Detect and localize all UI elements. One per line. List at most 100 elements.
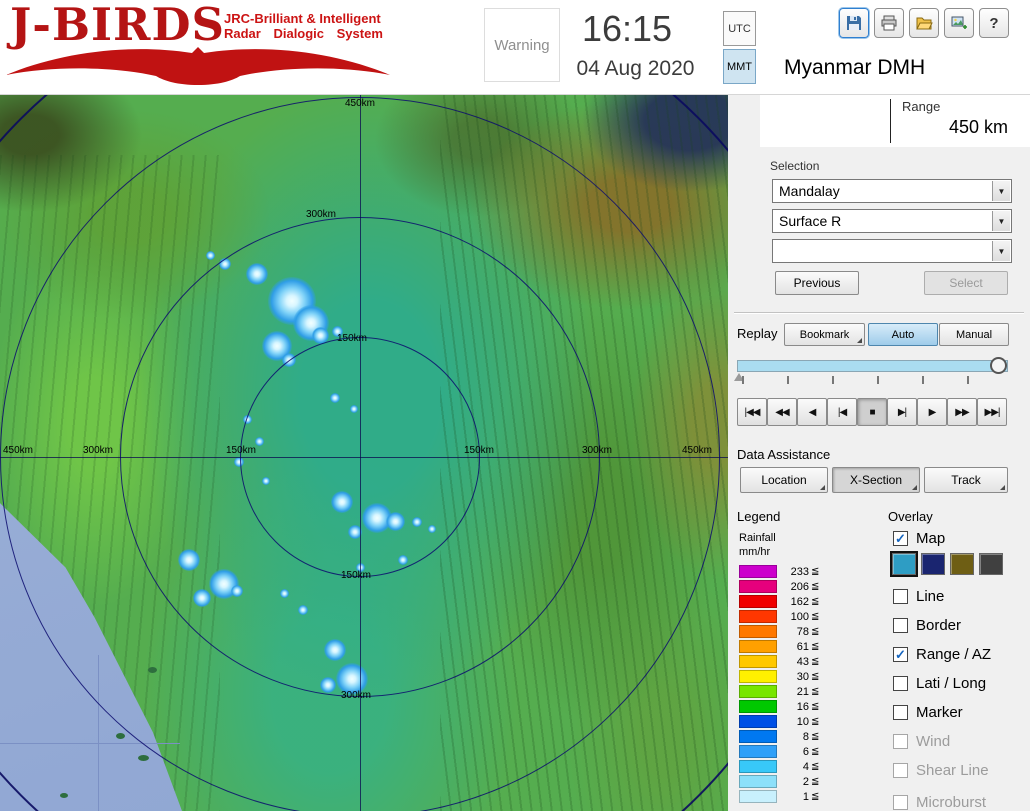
map-style-swatches <box>890 551 1003 577</box>
location-button[interactable]: Location <box>740 467 828 493</box>
legend-color <box>739 685 777 698</box>
legend-row: 233 ≦ <box>739 564 819 579</box>
wind-checkbox <box>893 733 908 749</box>
range-az-checkbox[interactable]: ✓ <box>893 646 908 662</box>
product-select[interactable]: Surface R ▼ <box>772 209 1012 233</box>
site-select[interactable]: Mandalay ▼ <box>772 179 1012 203</box>
extra-select[interactable]: ▼ <box>772 239 1012 263</box>
import-image-icon <box>951 16 967 29</box>
legend-color <box>739 760 777 773</box>
timeline-tick <box>787 376 789 384</box>
chevron-down-icon[interactable]: ▼ <box>992 211 1010 231</box>
legend-color <box>739 640 777 653</box>
legend-row: 162 ≦ <box>739 594 819 609</box>
step-back-button[interactable]: |◀ <box>827 398 857 426</box>
lati-long-checkbox[interactable] <box>893 675 908 691</box>
clock-time: 16:15 <box>581 8 673 49</box>
previous-button[interactable]: Previous <box>775 271 859 295</box>
range-label-h: 450km <box>682 445 713 456</box>
replay-timeline-slider[interactable] <box>737 360 1008 372</box>
legend-row: 10 ≦ <box>739 714 819 729</box>
x-section-button[interactable]: X-Section <box>832 467 920 493</box>
play-button[interactable]: ▶ <box>917 398 947 426</box>
bookmark-button[interactable]: Bookmark <box>784 323 865 346</box>
track-label: Track <box>951 473 981 487</box>
radar-map[interactable]: 450km 300km 150km 150km 300km 450km 300k… <box>0 95 728 811</box>
overlay-label: Overlay <box>888 509 933 524</box>
legend-row: 8 ≦ <box>739 729 819 744</box>
fast-forward-button[interactable]: ▶▶ <box>947 398 977 426</box>
help-button[interactable]: ? <box>979 8 1009 38</box>
corner-menu-mark <box>857 338 862 343</box>
import-image-button[interactable] <box>944 8 974 38</box>
separator <box>734 312 1024 314</box>
map-style-swatch-4[interactable] <box>979 553 1003 575</box>
chevron-down-icon[interactable]: ▼ <box>992 241 1010 261</box>
legend-color <box>739 595 777 608</box>
legend-row: 30 ≦ <box>739 669 819 684</box>
eagle-logo-icon <box>6 47 390 85</box>
logo-subtitle-line2: Radar Dialogic System <box>224 26 383 41</box>
timeline-tick <box>742 376 744 384</box>
crosshair-horizontal <box>0 457 728 458</box>
overlay-label-shear-line: Shear Line <box>916 761 989 779</box>
mmt-button[interactable]: MMT <box>723 49 756 84</box>
open-folder-button[interactable] <box>909 8 939 38</box>
map-checkbox[interactable]: ✓ <box>893 530 908 546</box>
map-style-swatch-3[interactable] <box>950 553 974 575</box>
range-box: Range 450 km <box>760 95 1030 147</box>
select-button[interactable]: Select <box>924 271 1008 295</box>
auto-replay-button[interactable]: Auto <box>868 323 938 346</box>
skip-to-end-button[interactable]: ▶▶| <box>977 398 1007 426</box>
legend-color <box>739 625 777 638</box>
legend-row: 78 ≦ <box>739 624 819 639</box>
step-forward-button[interactable]: ▶| <box>887 398 917 426</box>
border-checkbox[interactable] <box>893 617 908 633</box>
microburst-checkbox <box>893 794 908 810</box>
rainfall-legend: 233 ≦ 206 ≦ 162 ≦ 100 ≦ 78 ≦ 61 ≦ 43 ≦ 30 ≦ 21 ≦ … <box>739 564 819 804</box>
save-icon <box>847 16 861 30</box>
legend-row: 100 ≦ <box>739 609 819 624</box>
legend-color <box>739 670 777 683</box>
clock-date: 04 Aug 2020 <box>576 57 695 80</box>
print-icon <box>881 15 897 31</box>
save-button[interactable] <box>839 8 869 38</box>
overlay-row-range-az: ✓ Range / AZ <box>893 645 991 663</box>
jbirds-app: J-BIRDS JRC-Brilliant & Intelligent Rada… <box>0 0 1030 811</box>
track-button[interactable]: Track <box>924 467 1008 493</box>
timeline-thumb[interactable] <box>990 357 1007 374</box>
crosshair-vertical <box>360 95 361 811</box>
range-label-h: 300km <box>83 445 114 456</box>
chevron-down-icon[interactable]: ▼ <box>992 181 1010 201</box>
legend-row: 6 ≦ <box>739 744 819 759</box>
line-checkbox[interactable] <box>893 588 908 604</box>
timeline-tick <box>967 376 969 384</box>
manual-replay-button[interactable]: Manual <box>939 323 1009 346</box>
print-button[interactable] <box>874 8 904 38</box>
overlay-row-wind: Wind <box>893 732 950 750</box>
legend-row: 16 ≦ <box>739 699 819 714</box>
reverse-play-button[interactable]: ◀ <box>797 398 827 426</box>
overlay-row-marker: Marker <box>893 703 963 721</box>
marker-checkbox[interactable] <box>893 704 908 720</box>
map-style-swatch-1[interactable] <box>890 551 918 577</box>
overlay-label-wind: Wind <box>916 732 951 750</box>
legend-color <box>739 745 777 758</box>
overlay-row-map: ✓ Map <box>893 529 945 547</box>
fast-rewind-button[interactable]: ◀◀ <box>767 398 797 426</box>
overlay-label-line: Line <box>916 587 945 605</box>
legend-row: 4 ≦ <box>739 759 819 774</box>
utc-button[interactable]: UTC <box>723 11 756 46</box>
overlay-row-shear-line: Shear Line <box>893 761 989 779</box>
map-style-swatch-2[interactable] <box>921 553 945 575</box>
range-label-v: 150km <box>337 333 368 344</box>
legend-color <box>739 730 777 743</box>
skip-to-start-button[interactable]: |◀◀ <box>737 398 767 426</box>
stop-button[interactable]: ■ <box>857 398 887 426</box>
overlay-label-range-az: Range / AZ <box>916 645 992 663</box>
range-label-v: 300km <box>341 690 372 701</box>
legend-row: 2 ≦ <box>739 774 819 789</box>
header: J-BIRDS JRC-Brilliant & Intelligent Rada… <box>0 0 1030 95</box>
timeline-tick <box>922 376 924 384</box>
corner-menu-mark <box>1000 485 1005 490</box>
